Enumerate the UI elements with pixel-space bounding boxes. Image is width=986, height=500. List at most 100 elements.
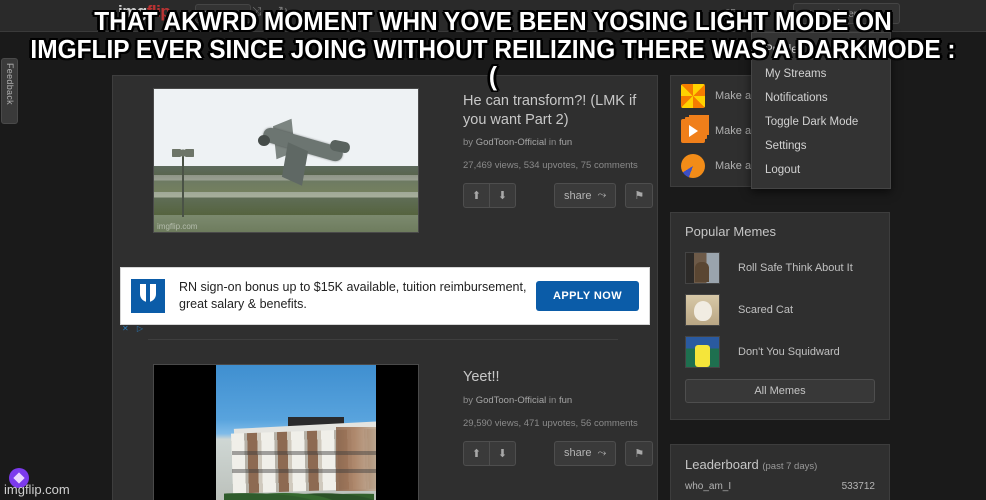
post-stream[interactable]: fun xyxy=(559,395,572,406)
vote-box: ⬆ ⬇ xyxy=(463,183,516,209)
vote-box: ⬆ ⬇ xyxy=(463,440,516,466)
ad-close-icon[interactable]: ✕ ▷ xyxy=(122,324,146,333)
post-byline: by GodToon-Official in fun xyxy=(463,137,659,148)
ad-apply-now-button[interactable]: APPLY NOW xyxy=(535,281,639,311)
popular-memes-panel: Popular Memes Roll Safe Think About It S… xyxy=(670,212,890,420)
feedback-tab[interactable]: Feedback xyxy=(1,58,18,124)
upvote-icon[interactable]: ⬆ xyxy=(464,184,490,208)
post-stats: 29,590 views, 471 upvotes, 56 comments xyxy=(463,417,638,429)
menu-item-my-streams[interactable]: My Streams xyxy=(752,62,890,86)
user-menu-button[interactable]: I-I-Be-Skeeping... ▾ xyxy=(793,3,900,24)
flag-button[interactable]: ⚑ xyxy=(625,183,654,209)
post-meta: Yeet!! by GodToon-Official in fun 29,590… xyxy=(463,368,659,466)
shuffle-icon[interactable]: ⤨ xyxy=(252,4,262,19)
leaderboard-panel: Leaderboard (past 7 days) who_am_I 53371… xyxy=(670,444,890,500)
popular-meme-item[interactable]: Don't You Squidward xyxy=(685,331,889,373)
by-prefix: by xyxy=(463,394,474,406)
pie-chart-icon xyxy=(681,154,705,178)
menu-item-toggle-dark-mode[interactable]: Toggle Dark Mode xyxy=(752,110,890,134)
top-navigation-bar: imgflip Create ▾ ⤨ ↻ 25 I-I-Be-Skeeping.… xyxy=(0,0,986,32)
popular-meme-label: Scared Cat xyxy=(738,304,794,316)
popular-meme-item[interactable]: Scared Cat xyxy=(685,289,889,331)
menu-item-settings[interactable]: Settings xyxy=(752,134,890,158)
post-title[interactable]: Yeet!! xyxy=(463,368,659,387)
user-dropdown-menu: Profile My Streams Notifications Toggle … xyxy=(751,32,891,189)
downvote-icon[interactable]: ⬇ xyxy=(490,442,515,465)
share-icon: ⤳ xyxy=(597,189,607,202)
popular-memes-title: Popular Memes xyxy=(685,224,777,239)
imgflip-watermark-text: imgflip.com xyxy=(4,482,70,497)
post-meta: He can transform?! (LMK if you want Part… xyxy=(463,92,659,209)
create-label: Create xyxy=(204,9,235,20)
by-prefix: by xyxy=(463,137,474,149)
post-stream[interactable]: fun xyxy=(559,137,572,148)
leaderboard-title: Leaderboard (past 7 days) xyxy=(685,457,889,472)
post-image-art-plane: imgflip.com xyxy=(154,89,418,232)
squidward-thumbnail-icon xyxy=(685,336,720,368)
plane-wing-lower xyxy=(281,142,309,186)
post-stats: 27,469 views, 534 upvotes, 75 comments xyxy=(463,160,638,172)
leaderboard-title-text: Leaderboard xyxy=(685,457,759,472)
meme-pinwheel-icon xyxy=(681,84,705,108)
downvote-icon[interactable]: ⬇ xyxy=(490,184,515,207)
post-item: Yeet!! by GodToon-Official in fun 29,590… xyxy=(113,352,657,500)
user-points: 25 xyxy=(724,8,736,19)
balcony-line xyxy=(232,469,376,473)
popular-meme-item[interactable]: Roll Safe Think About It xyxy=(685,247,889,289)
ad-inner: RN sign-on bonus up to $15K available, t… xyxy=(121,268,649,324)
menu-item-logout[interactable]: Logout xyxy=(752,158,890,182)
upvote-icon[interactable]: ⬆ xyxy=(464,441,490,465)
post-title[interactable]: He can transform?! (LMK if you want Part… xyxy=(463,92,659,129)
building-side-wing xyxy=(336,427,376,491)
popular-meme-label: Don't You Squidward xyxy=(738,346,840,358)
flag-icon: ⚑ xyxy=(634,447,645,460)
post-image-art-building xyxy=(154,365,418,500)
menu-item-profile[interactable]: Profile xyxy=(752,38,890,62)
post-image[interactable]: imgflip.com xyxy=(153,88,419,233)
feedback-label: Feedback xyxy=(5,63,15,105)
flag-button[interactable]: ⚑ xyxy=(625,440,654,466)
leaderboard-score: 533712 xyxy=(841,481,875,492)
leaderboard-subtitle: (past 7 days) xyxy=(762,461,818,472)
logo-img-part: img xyxy=(118,2,147,21)
post-byline: by GodToon-Official in fun xyxy=(463,395,659,406)
post-item: imgflip.com He can transform?! (LMK if y… xyxy=(113,76,657,268)
chevron-down-icon: ▾ xyxy=(888,10,893,19)
flag-icon: ⚑ xyxy=(634,190,645,203)
leaderboard-username: who_am_I xyxy=(685,481,732,492)
light-pole xyxy=(182,155,184,217)
share-button[interactable]: share ⤳ xyxy=(554,440,617,466)
share-label: share xyxy=(564,447,592,460)
logo-flip-part: flip xyxy=(146,2,171,21)
share-label: share xyxy=(564,189,592,202)
tree-line xyxy=(224,484,374,500)
ad-banner[interactable]: RN sign-on bonus up to $15K available, t… xyxy=(120,267,650,333)
user-menu-label: I-I-Be-Skeeping... xyxy=(803,9,881,20)
scared-cat-thumbnail-icon xyxy=(685,294,720,326)
plane-nose xyxy=(258,135,270,146)
create-button[interactable]: Create ▾ xyxy=(195,4,251,23)
menu-item-notifications[interactable]: Notifications xyxy=(752,86,890,110)
imgflip-logo[interactable]: imgflip xyxy=(118,2,171,22)
post-actions: ⬆ ⬇ share ⤳ ⚑ xyxy=(463,183,659,209)
imgflip-dark-mode-screenshot: imgflip Create ▾ ⤨ ↻ 25 I-I-Be-Skeeping.… xyxy=(0,0,986,500)
share-button[interactable]: share ⤳ xyxy=(554,183,617,209)
roll-safe-thumbnail-icon xyxy=(685,252,720,284)
share-icon: ⤳ xyxy=(597,446,607,459)
post-author[interactable]: GodToon-Official xyxy=(476,395,547,406)
gif-stack-icon xyxy=(681,119,705,143)
chevron-down-icon: ▾ xyxy=(236,9,242,20)
building-scene xyxy=(216,365,376,500)
popular-meme-label: Roll Safe Think About It xyxy=(738,262,853,274)
in-word: in xyxy=(548,137,557,149)
refresh-icon[interactable]: ↻ xyxy=(278,4,288,18)
balcony-line xyxy=(232,451,376,455)
advertiser-logo-icon xyxy=(131,279,165,313)
all-memes-button[interactable]: All Memes xyxy=(685,379,875,403)
leaderboard-row[interactable]: who_am_I 533712 xyxy=(685,481,875,492)
post-image-watermark: imgflip.com xyxy=(157,222,198,231)
post-image[interactable] xyxy=(153,364,419,500)
post-author[interactable]: GodToon-Official xyxy=(476,137,547,148)
in-word: in xyxy=(548,394,557,406)
ad-text: RN sign-on bonus up to $15K available, t… xyxy=(179,280,527,311)
